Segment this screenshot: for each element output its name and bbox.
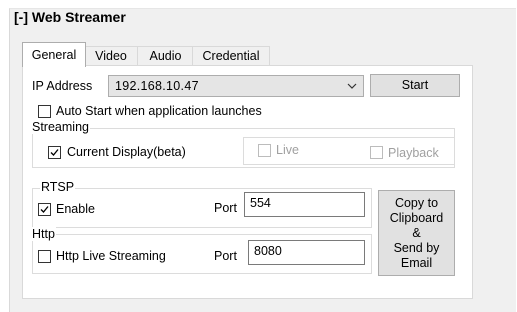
- hls-checkbox[interactable]: [38, 250, 51, 263]
- auto-start-label: Auto Start when application launches: [56, 104, 262, 118]
- playback-checkbox[interactable]: [370, 146, 383, 159]
- tab-credential[interactable]: Credential: [192, 46, 270, 66]
- copy-line-5: Email: [400, 256, 433, 270]
- current-display-label: Current Display(beta): [67, 145, 186, 159]
- rtsp-enable-label: Enable: [56, 202, 95, 216]
- start-button-label: Start: [401, 78, 429, 92]
- tab-credential-label: Credential: [202, 49, 260, 63]
- live-checkbox[interactable]: [258, 144, 271, 157]
- copy-line-3: &: [412, 226, 421, 240]
- tab-general[interactable]: General: [22, 42, 86, 67]
- checkmark-icon: [40, 206, 49, 213]
- rtsp-enable-checkbox[interactable]: [38, 203, 51, 216]
- tab-general-label: General: [31, 48, 77, 62]
- copy-send-email-button[interactable]: Copy to Clipboard & Send by Email: [378, 190, 455, 276]
- playback-label: Playback: [388, 146, 439, 160]
- rtsp-group-label: RTSP: [40, 180, 76, 194]
- hls-label: Http Live Streaming: [56, 249, 166, 263]
- ip-address-combo[interactable]: 192.168.10.47: [108, 75, 364, 97]
- rtsp-port-label: Port: [214, 201, 237, 215]
- http-port-label: Port: [214, 249, 237, 263]
- auto-start-checkbox[interactable]: [38, 105, 51, 118]
- copy-line-4: Send by: [393, 241, 440, 255]
- copy-line-1: Copy to: [394, 196, 439, 210]
- start-button[interactable]: Start: [370, 74, 460, 97]
- chevron-down-icon[interactable]: [345, 78, 359, 94]
- http-port-input[interactable]: 8080: [248, 240, 365, 265]
- tab-video-label: Video: [95, 49, 127, 63]
- panel-title[interactable]: [-] Web Streamer: [14, 9, 126, 25]
- copy-line-2: Clipboard: [389, 211, 444, 225]
- current-display-checkbox[interactable]: [48, 146, 61, 159]
- ip-address-label: IP Address: [32, 79, 93, 93]
- tab-audio[interactable]: Audio: [137, 46, 194, 66]
- tab-audio-label: Audio: [149, 49, 182, 63]
- checkmark-icon: [50, 149, 59, 156]
- rtsp-port-input[interactable]: 554: [244, 192, 365, 217]
- live-label: Live: [276, 143, 299, 157]
- streaming-group-label: Streaming: [31, 120, 90, 134]
- http-group-label: Http: [31, 227, 56, 241]
- tab-video[interactable]: Video: [84, 46, 138, 66]
- ip-address-value: 192.168.10.47: [115, 79, 199, 93]
